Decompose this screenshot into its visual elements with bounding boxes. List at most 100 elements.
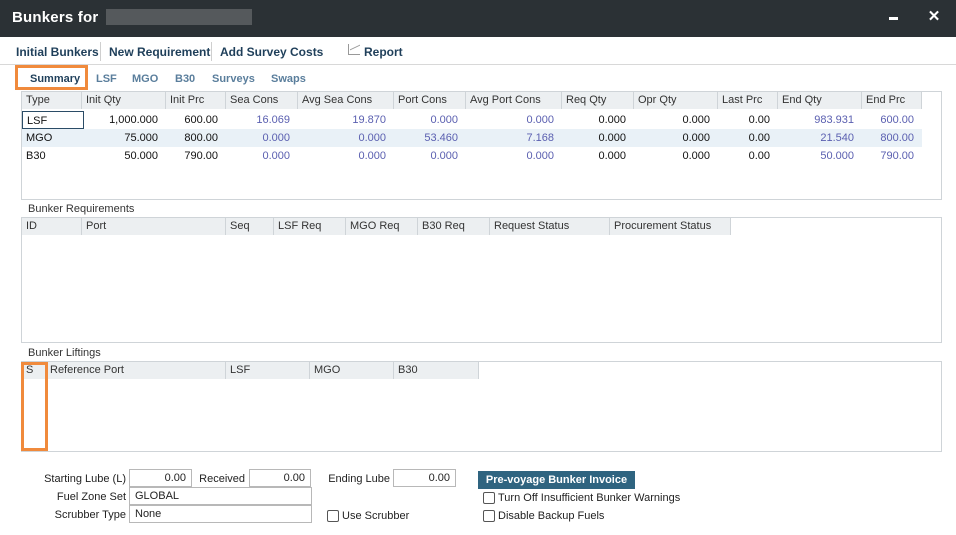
col-init-qty[interactable]: Init Qty xyxy=(82,92,166,109)
summary-row-b30[interactable]: B30 50.000 790.00 0.000 0.000 0.000 0.00… xyxy=(22,147,922,165)
opr-qty-cell[interactable]: 0.000 xyxy=(634,111,714,129)
init-prc-cell[interactable]: 800.00 xyxy=(166,129,222,147)
redacted-vessel-name xyxy=(106,9,252,25)
end-prc-cell[interactable]: 600.00 xyxy=(862,111,918,129)
port-cons-cell[interactable]: 53.460 xyxy=(394,129,462,147)
tab-mgo[interactable]: MGO xyxy=(132,73,158,85)
tab-bar: Summary LSF MGO B30 Surveys Swaps xyxy=(0,67,956,91)
toolbar-divider xyxy=(100,42,101,61)
init-qty-cell[interactable]: 50.000 xyxy=(82,147,162,165)
col-s[interactable]: S xyxy=(22,362,46,379)
starting-lube-field[interactable]: 0.00 xyxy=(129,469,192,487)
col-port-cons[interactable]: Port Cons xyxy=(394,92,466,109)
end-qty-cell[interactable]: 983.931 xyxy=(778,111,858,129)
sea-cons-cell[interactable]: 0.000 xyxy=(226,129,294,147)
sea-cons-cell[interactable]: 16.069 xyxy=(226,111,294,129)
scrubber-type-field[interactable]: None xyxy=(129,505,312,523)
ending-lube-field[interactable]: 0.00 xyxy=(393,469,456,487)
turn-off-warnings-checkbox[interactable] xyxy=(483,492,495,504)
col-opr-qty[interactable]: Opr Qty xyxy=(634,92,718,109)
init-prc-cell[interactable]: 790.00 xyxy=(166,147,222,165)
liftings-grid-header: S Reference Port LSF MGO B30 xyxy=(22,362,479,379)
col-sea-cons[interactable]: Sea Cons xyxy=(226,92,298,109)
use-scrubber-checkbox[interactable] xyxy=(327,510,339,522)
received-field[interactable]: 0.00 xyxy=(249,469,311,487)
title-bar: Bunkers for ✕ xyxy=(0,0,956,37)
col-end-qty[interactable]: End Qty xyxy=(778,92,862,109)
initial-bunkers-button[interactable]: Initial Bunkers xyxy=(16,45,99,59)
summary-grid: Type Init Qty Init Prc Sea Cons Avg Sea … xyxy=(21,91,942,200)
col-seq[interactable]: Seq xyxy=(226,218,274,235)
avg-sea-cons-cell[interactable]: 0.000 xyxy=(298,147,390,165)
col-type[interactable]: Type xyxy=(22,92,82,109)
tab-summary[interactable]: Summary xyxy=(30,73,80,85)
type-cell[interactable]: B30 xyxy=(22,147,82,165)
add-survey-costs-button[interactable]: Add Survey Costs xyxy=(220,45,323,59)
end-prc-cell[interactable]: 790.00 xyxy=(862,147,918,165)
end-qty-cell[interactable]: 21.540 xyxy=(778,129,858,147)
avg-port-cons-cell[interactable]: 0.000 xyxy=(466,147,558,165)
col-init-prc[interactable]: Init Prc xyxy=(166,92,226,109)
col-request-status[interactable]: Request Status xyxy=(490,218,610,235)
last-prc-cell[interactable]: 0.00 xyxy=(718,129,774,147)
col-b30[interactable]: B30 xyxy=(394,362,479,379)
type-cell[interactable]: LSF xyxy=(22,111,84,129)
col-avg-sea-cons[interactable]: Avg Sea Cons xyxy=(298,92,394,109)
opr-qty-cell[interactable]: 0.000 xyxy=(634,147,714,165)
col-mgo-req[interactable]: MGO Req xyxy=(346,218,418,235)
col-b30-req[interactable]: B30 Req xyxy=(418,218,490,235)
avg-sea-cons-cell[interactable]: 19.870 xyxy=(298,111,390,129)
disable-backup-fuels-label[interactable]: Disable Backup Fuels xyxy=(498,510,604,522)
col-req-qty[interactable]: Req Qty xyxy=(562,92,634,109)
use-scrubber-label[interactable]: Use Scrubber xyxy=(342,510,409,522)
avg-port-cons-cell[interactable]: 7.168 xyxy=(466,129,558,147)
avg-port-cons-cell[interactable]: 0.000 xyxy=(466,111,558,129)
req-qty-cell[interactable]: 0.000 xyxy=(562,111,630,129)
init-qty-cell[interactable]: 1,000.000 xyxy=(82,111,162,129)
tab-b30[interactable]: B30 xyxy=(175,73,195,85)
last-prc-cell[interactable]: 0.00 xyxy=(718,111,774,129)
fuel-zone-set-label: Fuel Zone Set xyxy=(56,491,126,503)
col-reference-port[interactable]: Reference Port xyxy=(46,362,226,379)
col-port[interactable]: Port xyxy=(82,218,226,235)
req-qty-cell[interactable]: 0.000 xyxy=(562,129,630,147)
tab-lsf[interactable]: LSF xyxy=(96,73,117,85)
new-requirement-button[interactable]: New Requirement xyxy=(109,45,210,59)
end-qty-cell[interactable]: 50.000 xyxy=(778,147,858,165)
end-prc-cell[interactable]: 800.00 xyxy=(862,129,918,147)
window-title: Bunkers for xyxy=(12,9,99,26)
last-prc-cell[interactable]: 0.00 xyxy=(718,147,774,165)
tab-surveys[interactable]: Surveys xyxy=(212,73,255,85)
col-last-prc[interactable]: Last Prc xyxy=(718,92,778,109)
avg-sea-cons-cell[interactable]: 0.000 xyxy=(298,129,390,147)
close-icon[interactable]: ✕ xyxy=(925,8,943,26)
disable-backup-fuels-checkbox[interactable] xyxy=(483,510,495,522)
col-lsf-req[interactable]: LSF Req xyxy=(274,218,346,235)
report-button[interactable]: Report xyxy=(364,45,403,59)
col-lsf[interactable]: LSF xyxy=(226,362,310,379)
port-cons-cell[interactable]: 0.000 xyxy=(394,111,462,129)
toolbar-divider xyxy=(211,42,212,61)
req-qty-cell[interactable]: 0.000 xyxy=(562,147,630,165)
col-end-prc[interactable]: End Prc xyxy=(862,92,922,109)
summary-row-lsf[interactable]: LSF 1,000.000 600.00 16.069 19.870 0.000… xyxy=(22,111,922,129)
col-id[interactable]: ID xyxy=(22,218,82,235)
tab-swaps[interactable]: Swaps xyxy=(271,73,306,85)
col-procurement-status[interactable]: Procurement Status xyxy=(610,218,731,235)
col-avg-port-cons[interactable]: Avg Port Cons xyxy=(466,92,562,109)
type-cell[interactable]: MGO xyxy=(22,129,82,147)
init-prc-cell[interactable]: 600.00 xyxy=(166,111,222,129)
minimize-icon[interactable] xyxy=(889,17,898,20)
port-cons-cell[interactable]: 0.000 xyxy=(394,147,462,165)
bunker-requirements-label: Bunker Requirements xyxy=(28,203,135,215)
col-mgo[interactable]: MGO xyxy=(310,362,394,379)
init-qty-cell[interactable]: 75.000 xyxy=(82,129,162,147)
sea-cons-cell[interactable]: 0.000 xyxy=(226,147,294,165)
fuel-zone-set-field[interactable]: GLOBAL xyxy=(129,487,312,505)
chart-icon xyxy=(348,44,360,55)
scrubber-type-label: Scrubber Type xyxy=(54,509,126,521)
opr-qty-cell[interactable]: 0.000 xyxy=(634,129,714,147)
summary-row-mgo[interactable]: MGO 75.000 800.00 0.000 0.000 53.460 7.1… xyxy=(22,129,922,147)
pre-voyage-bunker-invoice-button[interactable]: Pre-voyage Bunker Invoice xyxy=(478,471,635,489)
turn-off-warnings-label[interactable]: Turn Off Insufficient Bunker Warnings xyxy=(498,492,680,504)
